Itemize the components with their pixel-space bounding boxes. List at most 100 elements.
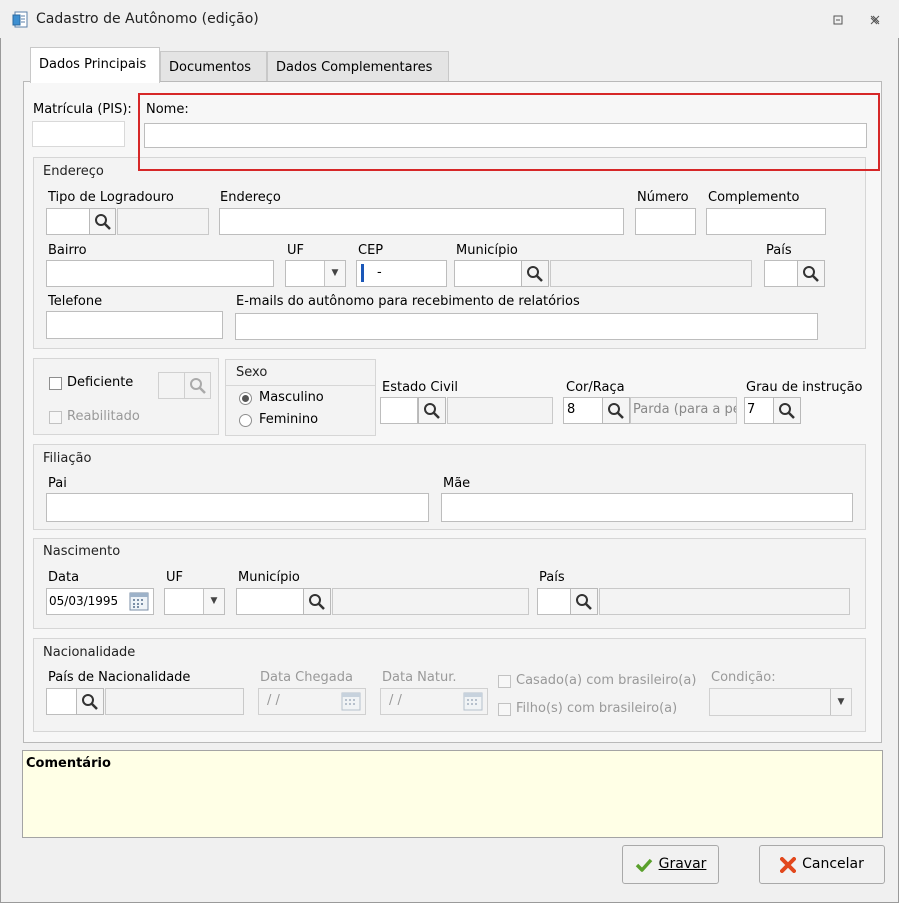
bairro-label: Bairro — [48, 243, 87, 258]
deficiente-label: Deficiente — [67, 375, 134, 390]
document-form-icon — [12, 11, 30, 28]
gravar-button[interactable]: Gravar — [622, 845, 719, 884]
data-nascimento-input[interactable]: 05/03/1995 — [46, 588, 154, 615]
checkmark-icon — [635, 857, 653, 873]
data-nascimento-value: 05/03/1995 — [49, 594, 119, 608]
estado-civil-code-input[interactable] — [380, 397, 418, 424]
sexo-divider — [226, 385, 375, 386]
data-natur-label: Data Natur. — [382, 670, 457, 685]
pais-nacionalidade-label: País de Nacionalidade — [48, 670, 191, 685]
sexo-group-title: Sexo — [236, 365, 268, 380]
condicao-select: ▼ — [709, 688, 852, 716]
search-icon[interactable] — [303, 588, 331, 615]
calendar-icon[interactable] — [129, 592, 149, 611]
cancelar-button[interactable]: Cancelar — [759, 845, 885, 884]
cancelar-button-label: Cancelar — [802, 856, 864, 872]
search-icon[interactable] — [773, 397, 801, 424]
pai-input[interactable] — [46, 493, 429, 522]
radio-selected-dot — [242, 395, 249, 402]
municipio-desc-input — [550, 260, 752, 287]
restore-icon[interactable] — [828, 10, 848, 30]
search-icon — [184, 372, 211, 399]
telefone-label: Telefone — [48, 294, 103, 309]
title-bar: Cadastro de Autônomo (edição) — [0, 0, 899, 38]
nacionalidade-group-title: Nacionalidade — [43, 645, 136, 660]
cep-input[interactable]: - — [356, 260, 447, 287]
comentario-label: Comentário — [26, 756, 111, 771]
tipo-logradouro-label: Tipo de Logradouro — [48, 190, 174, 205]
endereco-group-title: Endereço — [43, 164, 104, 179]
casado-label: Casado(a) com brasileiro(a) — [516, 673, 697, 688]
window-title: Cadastro de Autônomo (edição) — [36, 11, 259, 27]
search-icon[interactable] — [418, 397, 446, 424]
pais-nascimento-code-input[interactable] — [537, 588, 571, 615]
pais-nacionalidade-code-input[interactable] — [46, 688, 77, 715]
chevron-down-icon[interactable]: ▼ — [203, 589, 224, 614]
grau-instrucao-label: Grau de instrução — [746, 380, 863, 395]
tipo-logradouro-code-input[interactable] — [46, 208, 90, 235]
search-icon[interactable] — [570, 588, 598, 615]
matricula-label: Matrícula (PIS): — [33, 102, 132, 117]
cep-label: CEP — [358, 243, 384, 258]
complemento-label: Complemento — [708, 190, 800, 205]
close-icon[interactable] — [865, 10, 885, 30]
pais-nacionalidade-desc-input — [105, 688, 244, 715]
cor-raca-code-input[interactable]: 8 — [563, 397, 603, 424]
tab-dados-principais[interactable]: Dados Principais — [30, 47, 160, 83]
cor-raca-desc-input: Parda (para a pe — [630, 397, 737, 424]
endereco-input[interactable] — [219, 208, 624, 235]
matricula-input[interactable] — [32, 121, 125, 147]
nascimento-group — [33, 538, 866, 629]
mae-input[interactable] — [441, 493, 853, 522]
cor-raca-desc-value: Parda (para a pe — [633, 402, 737, 417]
mae-label: Mãe — [443, 476, 471, 491]
search-icon[interactable] — [76, 688, 104, 715]
data-natur-value: / / — [389, 693, 402, 708]
emails-input[interactable] — [235, 313, 818, 340]
municipio-nascimento-label: Município — [238, 570, 300, 585]
pai-label: Pai — [48, 476, 67, 491]
chevron-down-icon[interactable]: ▼ — [324, 261, 345, 286]
calendar-icon — [463, 692, 483, 711]
condicao-label: Condição: — [711, 670, 776, 685]
reabilitado-label: Reabilitado — [67, 409, 140, 424]
uf-label: UF — [287, 243, 304, 258]
municipio-code-input[interactable] — [454, 260, 522, 287]
complemento-input[interactable] — [706, 208, 826, 235]
calendar-icon — [341, 692, 361, 711]
search-icon[interactable] — [89, 208, 116, 235]
endereco-label: Endereço — [220, 190, 281, 205]
feminino-radio[interactable] — [239, 414, 252, 427]
municipio-nascimento-desc-input — [332, 588, 529, 615]
search-icon[interactable] — [521, 260, 549, 287]
nome-label: Nome: — [146, 102, 189, 117]
data-natur-input: / / — [380, 688, 488, 715]
filhos-checkbox — [498, 703, 511, 716]
bairro-input[interactable] — [46, 260, 274, 287]
comentario-area[interactable]: Comentário — [22, 750, 883, 838]
telefone-input[interactable] — [46, 311, 223, 339]
municipio-nascimento-code-input[interactable] — [236, 588, 304, 615]
masculino-radio[interactable] — [239, 392, 252, 405]
uf-select[interactable]: ▼ — [285, 260, 346, 287]
search-icon[interactable] — [797, 260, 825, 287]
masculino-label: Masculino — [259, 390, 324, 405]
filiacao-group-title: Filiação — [43, 451, 92, 466]
cor-raca-label: Cor/Raça — [566, 380, 625, 395]
numero-input[interactable] — [635, 208, 696, 235]
cep-value: - — [377, 265, 382, 280]
municipio-label: Município — [456, 243, 518, 258]
tab-dados-complementares[interactable]: Dados Complementares — [267, 51, 449, 82]
nome-input[interactable] — [144, 123, 867, 148]
uf-nascimento-select[interactable]: ▼ — [164, 588, 225, 615]
search-icon[interactable] — [602, 397, 630, 424]
reabilitado-checkbox — [49, 411, 62, 424]
deficiencia-code-input — [158, 372, 185, 399]
deficiente-checkbox[interactable] — [49, 377, 62, 390]
tab-documentos[interactable]: Documentos — [160, 51, 267, 82]
x-icon — [780, 856, 797, 873]
pais-code-input[interactable] — [764, 260, 798, 287]
data-chegada-input: / / — [258, 688, 366, 715]
grau-instrucao-code-input[interactable]: 7 — [744, 397, 774, 424]
text-cursor — [361, 264, 364, 282]
